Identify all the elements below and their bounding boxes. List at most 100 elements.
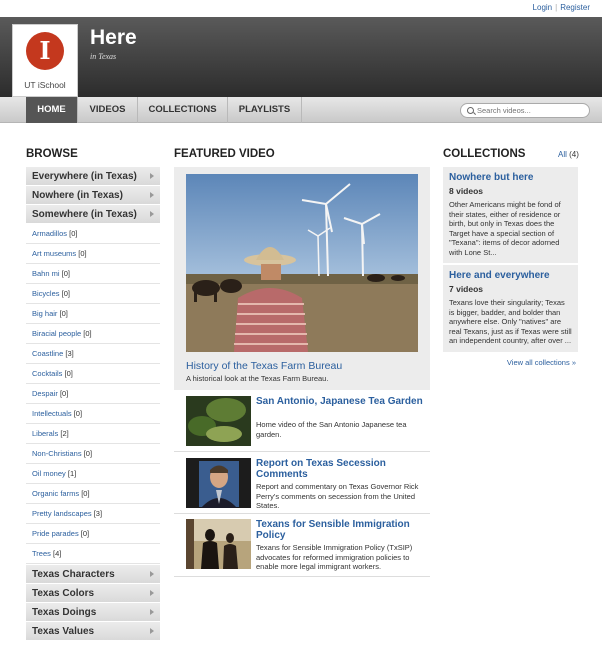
video-title[interactable]: San Antonio, Japanese Tea Garden <box>256 396 428 407</box>
video-title[interactable]: Report on Texas Secession Comments <box>256 458 428 480</box>
collection-description: Other Americans might be fond of their s… <box>449 200 561 257</box>
logo-label: UT iSchool <box>24 80 66 90</box>
nav-collections[interactable]: COLLECTIONS <box>138 97 228 123</box>
search-box[interactable] <box>460 103 590 118</box>
chevron-right-icon <box>150 590 154 596</box>
tag-bahn-mi[interactable]: Bahn mi [0] <box>26 264 160 284</box>
tag-organic-farms[interactable]: Organic farms [0] <box>26 484 160 504</box>
site-header: I UT iSchool Here in Texas <box>0 17 602 97</box>
tag-despair[interactable]: Despair [0] <box>26 384 160 404</box>
tag-liberals[interactable]: Liberals [2] <box>26 424 160 444</box>
category-label: Texas Doings <box>32 607 97 618</box>
tag-bicycles[interactable]: Bicycles [0] <box>26 284 160 304</box>
collection-card: Nowhere but here 8 videos Other American… <box>443 167 578 265</box>
featured-heading: FEATURED VIDEO <box>174 148 275 160</box>
category-label: Somewhere (in Texas) <box>32 209 137 220</box>
category-somewhere[interactable]: Somewhere (in Texas) <box>26 205 160 224</box>
tag-count: [1] <box>67 469 77 478</box>
featured-video-description: A historical look at the Texas Farm Bure… <box>186 374 329 383</box>
tag-name: Oil money <box>32 469 66 478</box>
tag-count: [0] <box>61 289 70 298</box>
tag-name: Trees <box>32 549 51 558</box>
search-icon <box>467 107 474 114</box>
site-title: Here <box>90 26 137 49</box>
search-input[interactable] <box>477 105 585 116</box>
tag-count: [0] <box>83 329 92 338</box>
nav-home[interactable]: HOME <box>26 97 78 123</box>
tag-non-christians[interactable]: Non-Christians [0] <box>26 444 160 464</box>
site-logo[interactable]: I UT iSchool <box>12 24 78 97</box>
category-label: Nowhere (in Texas) <box>32 190 123 201</box>
all-label: All <box>558 150 567 159</box>
nav-playlists[interactable]: PLAYLISTS <box>228 97 302 123</box>
tag-count: [4] <box>53 549 62 558</box>
tag-coastline[interactable]: Coastline [3] <box>26 344 160 364</box>
category-texas-characters[interactable]: Texas Characters <box>26 565 160 584</box>
portrait-thumbnail-image <box>186 458 251 508</box>
ischool-emblem-icon: I <box>26 32 64 70</box>
chevron-right-icon <box>150 211 154 217</box>
tag-intellectuals[interactable]: Intellectuals [0] <box>26 404 160 424</box>
garden-thumbnail-image <box>186 396 251 446</box>
tag-count: [2] <box>60 429 69 438</box>
tag-count: [0] <box>83 449 93 458</box>
login-link[interactable]: Login <box>533 3 553 12</box>
silhouette-thumbnail-image <box>186 519 251 569</box>
video-thumbnail[interactable] <box>186 396 251 446</box>
collections-all-link[interactable]: All (4) <box>558 150 579 159</box>
video-thumbnail[interactable] <box>186 519 251 569</box>
register-link[interactable]: Register <box>560 3 590 12</box>
nav-videos[interactable]: VIDEOS <box>78 97 138 123</box>
collection-title[interactable]: Nowhere but here <box>449 172 572 183</box>
tag-name: Big hair <box>32 309 58 318</box>
category-label: Texas Characters <box>32 569 115 580</box>
tag-count: [3] <box>65 349 74 358</box>
featured-video-player[interactable] <box>186 174 418 352</box>
tag-name: Cocktails <box>32 369 63 378</box>
category-nowhere[interactable]: Nowhere (in Texas) <box>26 186 160 205</box>
tag-oil-money[interactable]: Oil money [1] <box>26 464 160 484</box>
tag-pretty-landscapes[interactable]: Pretty landscapes [3] <box>26 504 160 524</box>
tag-art-museums[interactable]: Art museums [0] <box>26 244 160 264</box>
category-everywhere[interactable]: Everywhere (in Texas) <box>26 167 160 186</box>
tag-name: Bahn mi <box>32 269 60 278</box>
category-texas-doings[interactable]: Texas Doings <box>26 603 160 622</box>
collection-title[interactable]: Here and everywhere <box>449 270 572 281</box>
featured-video-card: History of the Texas Farm Bureau A histo… <box>174 167 430 390</box>
farm-scene-image <box>186 174 418 352</box>
tag-biracial-people[interactable]: Biracial people [0] <box>26 324 160 344</box>
video-description: Home video of the San Antonio Japanese t… <box>256 420 407 439</box>
tag-count: [0] <box>80 529 90 538</box>
video-description: Texans for Sensible Immigration Policy (… <box>256 543 413 571</box>
tag-pride-parades[interactable]: Pride parades [0] <box>26 524 160 544</box>
view-all-collections-link[interactable]: View all collections » <box>443 358 578 367</box>
tag-count: [0] <box>64 369 73 378</box>
tag-cocktails[interactable]: Cocktails [0] <box>26 364 160 384</box>
video-title[interactable]: Texans for Sensible Immigration Policy <box>256 519 428 541</box>
tag-name: Pride parades <box>32 529 79 538</box>
category-texas-values[interactable]: Texas Values <box>26 622 160 641</box>
tag-name: Despair <box>32 389 58 398</box>
tag-name: Organic farms <box>32 489 80 498</box>
video-thumbnail[interactable] <box>186 458 251 508</box>
tag-name: Pretty landscapes <box>32 509 92 518</box>
tag-armadillos[interactable]: Armadillos [0] <box>26 224 160 244</box>
category-label: Everywhere (in Texas) <box>32 171 137 182</box>
divider <box>174 451 430 452</box>
tag-trees[interactable]: Trees [4] <box>26 544 160 564</box>
category-label: Texas Values <box>32 626 95 637</box>
collection-card: Here and everywhere 7 videos Texans love… <box>443 265 578 354</box>
site-subtitle: in Texas <box>90 52 117 61</box>
main-nav: HOME VIDEOS COLLECTIONS PLAYLISTS <box>0 97 602 123</box>
chevron-right-icon <box>150 628 154 634</box>
featured-video-title[interactable]: History of the Texas Farm Bureau <box>186 360 418 372</box>
chevron-right-icon <box>150 192 154 198</box>
tag-count: [0] <box>81 489 90 498</box>
chevron-right-icon <box>150 173 154 179</box>
tag-big-hair[interactable]: Big hair [0] <box>26 304 160 324</box>
account-links: Login | Register <box>533 3 590 12</box>
category-texas-colors[interactable]: Texas Colors <box>26 584 160 603</box>
tag-name: Bicycles <box>32 289 60 298</box>
category-label: Texas Colors <box>32 588 95 599</box>
collections-list: Nowhere but here 8 videos Other American… <box>443 167 578 367</box>
